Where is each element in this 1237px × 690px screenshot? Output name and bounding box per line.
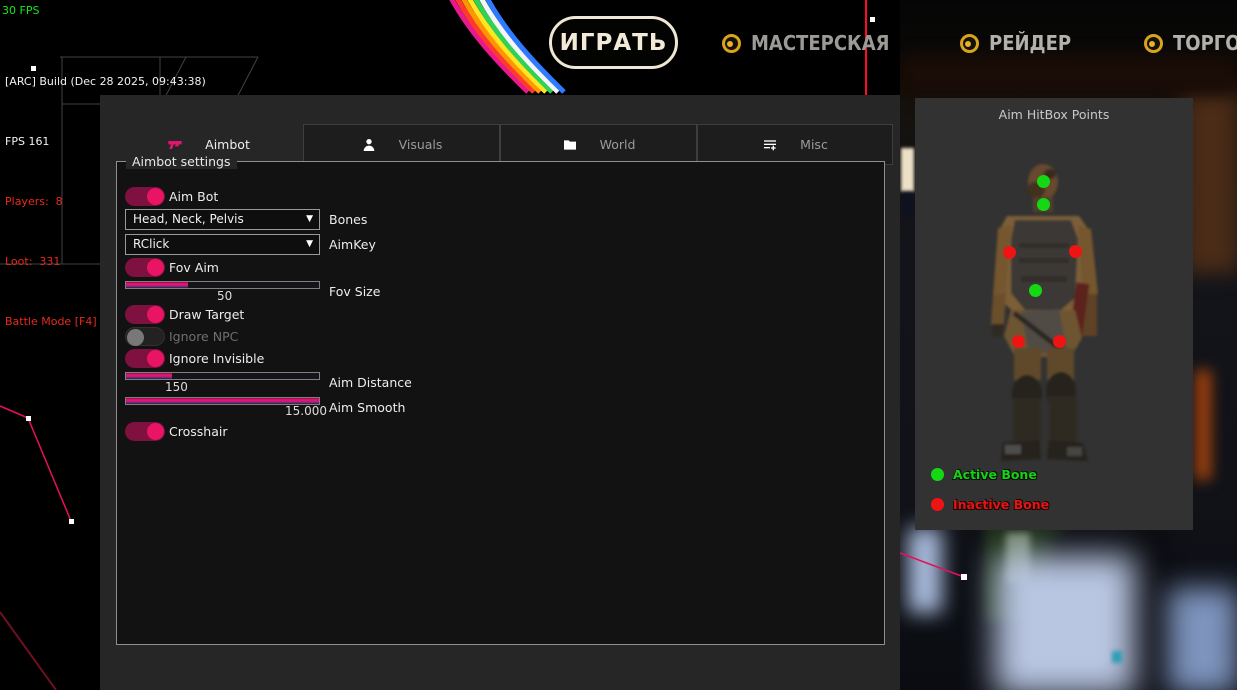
aim-distance-label: Aim Distance bbox=[329, 373, 412, 392]
tab-misc[interactable]: Misc bbox=[697, 124, 893, 165]
gun-icon bbox=[167, 137, 183, 153]
game-screen: { "hud": { "fps_counter": "30 FPS", "bui… bbox=[0, 0, 1237, 690]
active-bone-dot bbox=[931, 468, 944, 481]
fov-aim-toggle[interactable] bbox=[125, 258, 165, 277]
folder-icon bbox=[562, 137, 578, 153]
inactive-bone-dot bbox=[931, 498, 944, 511]
hitbox-point-left-upper-arm bbox=[1003, 246, 1016, 259]
hitbox-point-pelvis bbox=[1029, 284, 1042, 297]
hud-fps-counter: 30 FPS bbox=[2, 1, 39, 21]
menu-item-trade[interactable]: ТОРГО bbox=[1144, 27, 1237, 59]
group-title: Aimbot settings bbox=[126, 154, 237, 169]
ignore-invisible-label: Ignore Invisible bbox=[169, 349, 264, 368]
player-model bbox=[915, 98, 1193, 530]
tab-visuals[interactable]: Visuals bbox=[303, 124, 500, 165]
aimkey-label: AimKey bbox=[329, 235, 376, 254]
aimbot-settings-group: Aimbot settings Aim Bot Head, Neck, Pelv… bbox=[116, 161, 885, 645]
chevron-down-icon: ▼ bbox=[306, 210, 313, 229]
legend-active-bone: Active Bone bbox=[931, 467, 1037, 482]
playlist-add-icon bbox=[762, 137, 778, 153]
rainbow-streak bbox=[450, 0, 564, 92]
hitbox-point-right-thigh bbox=[1053, 335, 1066, 348]
aim-distance-slider[interactable] bbox=[125, 372, 320, 380]
coin-icon bbox=[960, 34, 979, 53]
draw-target-label: Draw Target bbox=[169, 305, 244, 324]
aim-smooth-value: 15.000 bbox=[285, 405, 327, 418]
fov-size-slider[interactable] bbox=[125, 281, 320, 289]
fov-size-label: Fov Size bbox=[329, 282, 380, 301]
hitbox-panel: Aim HitBox Points bbox=[915, 98, 1193, 530]
aim-distance-value: 150 bbox=[165, 381, 188, 394]
play-button[interactable]: ИГРАТЬ bbox=[549, 16, 678, 69]
crosshair-label: Crosshair bbox=[169, 422, 227, 441]
aim-bot-toggle[interactable] bbox=[125, 187, 165, 206]
bones-label: Bones bbox=[329, 210, 367, 229]
chevron-down-icon: ▼ bbox=[306, 235, 313, 254]
play-button-label: ИГРАТЬ bbox=[560, 30, 668, 56]
coin-icon bbox=[722, 34, 741, 53]
ignore-invisible-toggle[interactable] bbox=[125, 349, 165, 368]
crosshair-toggle[interactable] bbox=[125, 422, 165, 441]
aim-bot-label: Aim Bot bbox=[169, 187, 218, 206]
bones-dropdown[interactable]: Head, Neck, Pelvis ▼ bbox=[125, 209, 320, 230]
hitbox-point-right-upper-arm bbox=[1069, 245, 1082, 258]
hitbox-point-head bbox=[1037, 175, 1050, 188]
cheat-window: Aimbot Visuals World Misc Aimbot setting… bbox=[100, 95, 900, 690]
legend-inactive-bone: Inactive Bone bbox=[931, 497, 1049, 512]
coin-icon bbox=[1144, 34, 1163, 53]
draw-target-toggle[interactable] bbox=[125, 305, 165, 324]
fov-aim-label: Fov Aim bbox=[169, 258, 219, 277]
ignore-npc-label: Ignore NPC bbox=[169, 327, 238, 346]
hitbox-point-neck bbox=[1037, 198, 1050, 211]
ignore-npc-toggle[interactable] bbox=[125, 327, 165, 346]
aimkey-dropdown[interactable]: RClick ▼ bbox=[125, 234, 320, 255]
menu-item-raider[interactable]: РЕЙДЕР bbox=[960, 27, 1080, 59]
hud-build: [ARC] Build (Dec 28 2025, 09:43:38) bbox=[5, 72, 206, 92]
person-icon bbox=[361, 137, 377, 153]
hitbox-point-left-thigh bbox=[1012, 335, 1025, 348]
aim-smooth-label: Aim Smooth bbox=[329, 398, 405, 417]
tab-world[interactable]: World bbox=[500, 124, 697, 165]
menu-item-workshop[interactable]: МАСТЕРСКАЯ bbox=[722, 27, 905, 59]
fov-size-value: 50 bbox=[217, 290, 232, 303]
